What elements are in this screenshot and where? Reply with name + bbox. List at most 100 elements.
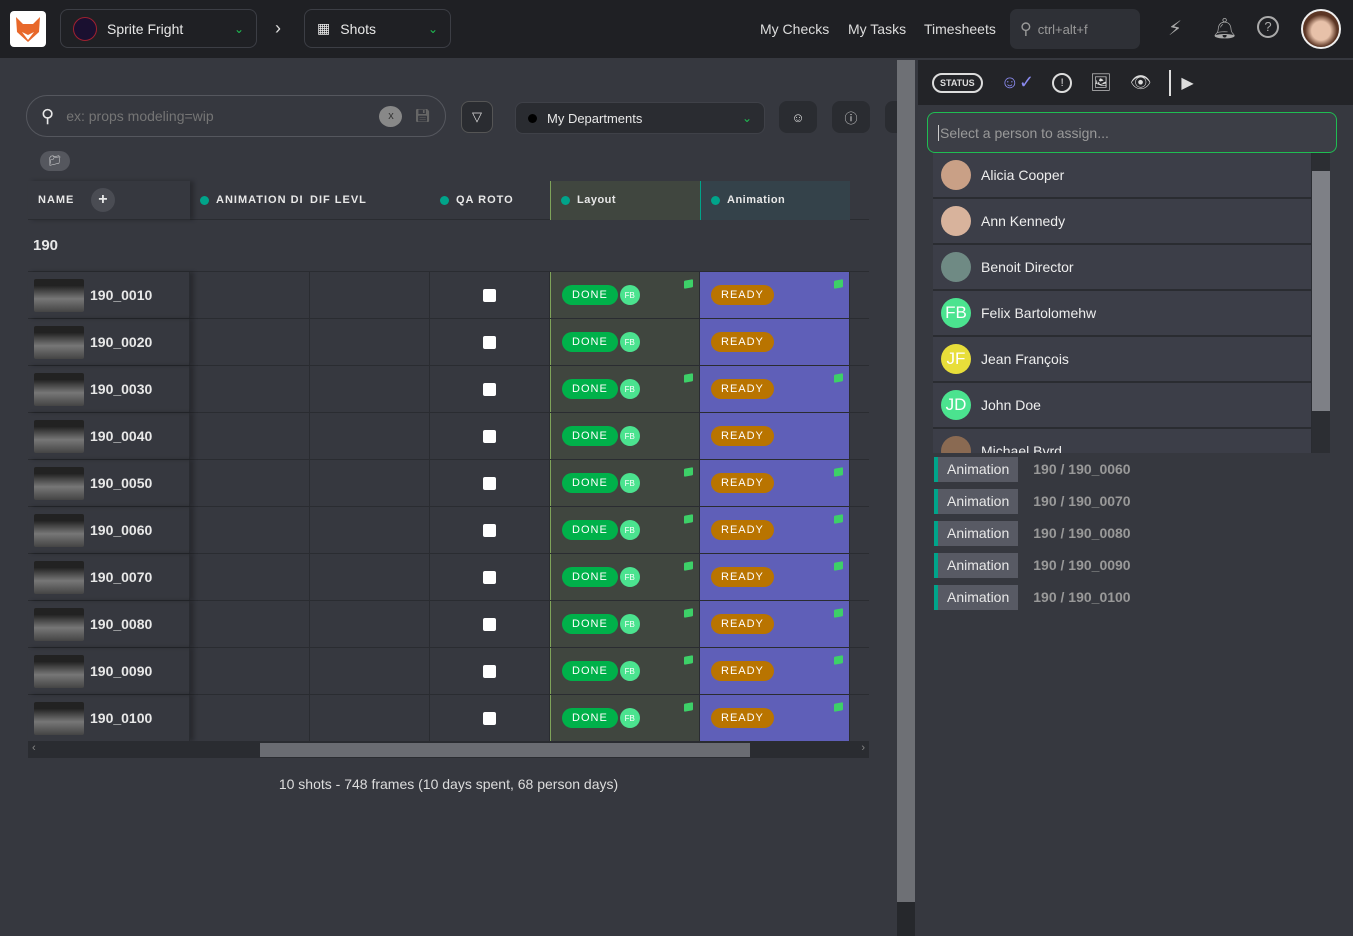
difficulty-level-cell[interactable] bbox=[310, 460, 430, 506]
animation-difficulty-cell[interactable] bbox=[190, 554, 310, 600]
qa-roto-checkbox[interactable] bbox=[483, 429, 496, 443]
shot-name-cell[interactable]: 190_0050 bbox=[28, 460, 190, 506]
shot-name[interactable]: 190_0100 bbox=[90, 710, 152, 726]
shot-thumbnail[interactable] bbox=[34, 372, 84, 406]
difficulty-level-cell[interactable] bbox=[310, 554, 430, 600]
shot-thumbnail[interactable] bbox=[34, 513, 84, 547]
layout-task-cell[interactable]: DONE FB bbox=[550, 366, 700, 412]
person-option[interactable]: FB Felix Bartolomehw bbox=[933, 291, 1311, 335]
shot-name[interactable]: 190_0020 bbox=[90, 334, 152, 350]
header-layout[interactable]: Layout bbox=[577, 194, 616, 206]
shot-name[interactable]: 190_0080 bbox=[90, 616, 152, 632]
animation-difficulty-cell[interactable] bbox=[190, 319, 310, 365]
animation-task-cell[interactable]: READY bbox=[700, 366, 850, 412]
kitsu-fox-logo[interactable] bbox=[10, 11, 46, 47]
layout-task-cell[interactable]: DONE FB bbox=[550, 648, 700, 694]
animation-task-cell[interactable]: READY bbox=[700, 507, 850, 553]
difficulty-level-cell[interactable] bbox=[310, 601, 430, 647]
nav-timesheets[interactable]: Timesheets bbox=[924, 21, 996, 37]
task-entity-path[interactable]: 190 / 190_0100 bbox=[1033, 589, 1130, 605]
animation-task-cell[interactable]: READY bbox=[700, 601, 850, 647]
priority-icon[interactable]: ! bbox=[1052, 72, 1073, 93]
add-thumbnail-icon[interactable]: 🖼︎ bbox=[1090, 73, 1112, 93]
layout-task-cell[interactable]: DONE FB bbox=[550, 554, 700, 600]
header-animation[interactable]: Animation bbox=[727, 194, 785, 206]
layout-task-cell[interactable]: DONE FB bbox=[550, 272, 700, 318]
header-difficulty-level[interactable]: DIF LEVL bbox=[310, 194, 367, 206]
layout-task-cell[interactable]: DONE FB bbox=[550, 695, 700, 741]
animation-difficulty-cell[interactable] bbox=[190, 460, 310, 506]
task-entity-path[interactable]: 190 / 190_0070 bbox=[1033, 493, 1130, 509]
assign-person-icon[interactable]: ☺✓ bbox=[1001, 72, 1034, 93]
status-tab[interactable]: STATUS bbox=[932, 72, 983, 93]
shot-name-cell[interactable]: 190_0020 bbox=[28, 319, 190, 365]
animation-task-cell[interactable]: READY bbox=[700, 695, 850, 741]
shot-name-cell[interactable]: 190_0040 bbox=[28, 413, 190, 459]
animation-difficulty-cell[interactable] bbox=[190, 507, 310, 553]
assignments-toggle-button[interactable]: ☺ bbox=[779, 101, 817, 133]
animation-difficulty-cell[interactable] bbox=[190, 695, 310, 741]
shot-name[interactable]: 190_0070 bbox=[90, 569, 152, 585]
save-search-icon[interactable]: 💾︎ bbox=[414, 108, 431, 124]
lightning-icon[interactable]: ⚡︎ bbox=[1168, 16, 1182, 41]
qa-roto-checkbox[interactable] bbox=[483, 288, 496, 302]
search-input[interactable] bbox=[66, 108, 368, 124]
shot-thumbnail[interactable] bbox=[34, 654, 84, 688]
clear-search-button[interactable]: x bbox=[379, 105, 403, 127]
shot-name-cell[interactable]: 190_0010 bbox=[28, 272, 190, 318]
shot-thumbnail[interactable] bbox=[34, 325, 84, 359]
difficulty-level-cell[interactable] bbox=[310, 507, 430, 553]
difficulty-level-cell[interactable] bbox=[310, 366, 430, 412]
person-option[interactable]: Alicia Cooper bbox=[933, 153, 1311, 197]
person-option[interactable]: Benoit Director bbox=[933, 245, 1311, 289]
user-avatar[interactable] bbox=[1301, 9, 1341, 49]
info-toggle-button[interactable]: ⓘ bbox=[832, 101, 870, 133]
shot-name[interactable]: 190_0060 bbox=[90, 522, 152, 538]
animation-task-cell[interactable]: READY bbox=[700, 413, 850, 459]
person-option[interactable]: JF Jean François bbox=[933, 337, 1311, 381]
difficulty-level-cell[interactable] bbox=[310, 648, 430, 694]
shot-name[interactable]: 190_0030 bbox=[90, 381, 152, 397]
shot-name[interactable]: 190_0040 bbox=[90, 428, 152, 444]
shot-search[interactable]: ⚲ x 💾︎ bbox=[26, 95, 446, 137]
section-selector[interactable]: ▦ Shots ⌄ bbox=[304, 9, 451, 48]
animation-difficulty-cell[interactable] bbox=[190, 601, 310, 647]
difficulty-level-cell[interactable] bbox=[310, 413, 430, 459]
nav-my-checks[interactable]: My Checks bbox=[760, 21, 829, 37]
shot-name-cell[interactable]: 190_0100 bbox=[28, 695, 190, 741]
assign-person-input[interactable]: Select a person to assign... bbox=[927, 112, 1337, 153]
difficulty-level-cell[interactable] bbox=[310, 272, 430, 318]
dropdown-scrollbar[interactable] bbox=[1312, 153, 1330, 453]
vertical-scrollbar[interactable] bbox=[897, 60, 915, 936]
task-entity-path[interactable]: 190 / 190_0060 bbox=[1033, 461, 1130, 477]
qa-roto-checkbox[interactable] bbox=[483, 570, 496, 584]
person-option[interactable]: JD John Doe bbox=[933, 383, 1311, 427]
qa-roto-checkbox[interactable] bbox=[483, 664, 496, 678]
person-option[interactable]: Michael Byrd bbox=[933, 429, 1311, 453]
person-option[interactable]: Ann Kennedy bbox=[933, 199, 1311, 243]
qa-roto-checkbox[interactable] bbox=[483, 476, 496, 490]
shot-thumbnail[interactable] bbox=[34, 466, 84, 500]
layout-task-cell[interactable]: DONE FB bbox=[550, 413, 700, 459]
project-selector[interactable]: Sprite Fright ⌄ bbox=[60, 9, 257, 48]
layout-task-cell[interactable]: DONE FB bbox=[550, 319, 700, 365]
horizontal-scrollbar[interactable]: ‹ › bbox=[28, 741, 869, 758]
animation-difficulty-cell[interactable] bbox=[190, 272, 310, 318]
shot-name[interactable]: 190_0090 bbox=[90, 663, 152, 679]
bell-icon[interactable]: 🔔︎ bbox=[1212, 16, 1237, 41]
difficulty-level-cell[interactable] bbox=[310, 695, 430, 741]
animation-task-cell[interactable]: READY bbox=[700, 272, 850, 318]
shot-thumbnail[interactable] bbox=[34, 560, 84, 594]
qa-roto-checkbox[interactable] bbox=[483, 617, 496, 631]
qa-roto-checkbox[interactable] bbox=[483, 335, 496, 349]
shot-thumbnail[interactable] bbox=[34, 701, 84, 735]
qa-roto-checkbox[interactable] bbox=[483, 711, 496, 725]
animation-difficulty-cell[interactable] bbox=[190, 366, 310, 412]
animation-difficulty-cell[interactable] bbox=[190, 648, 310, 694]
display-options-button[interactable] bbox=[885, 101, 897, 133]
shot-name[interactable]: 190_0010 bbox=[90, 287, 152, 303]
playlist-icon[interactable]: ▶︎ bbox=[1181, 73, 1193, 93]
header-name[interactable]: NAME bbox=[38, 194, 74, 206]
header-qa-roto[interactable]: QA ROTO bbox=[456, 194, 514, 206]
filter-button[interactable]: ▽ bbox=[461, 101, 493, 133]
